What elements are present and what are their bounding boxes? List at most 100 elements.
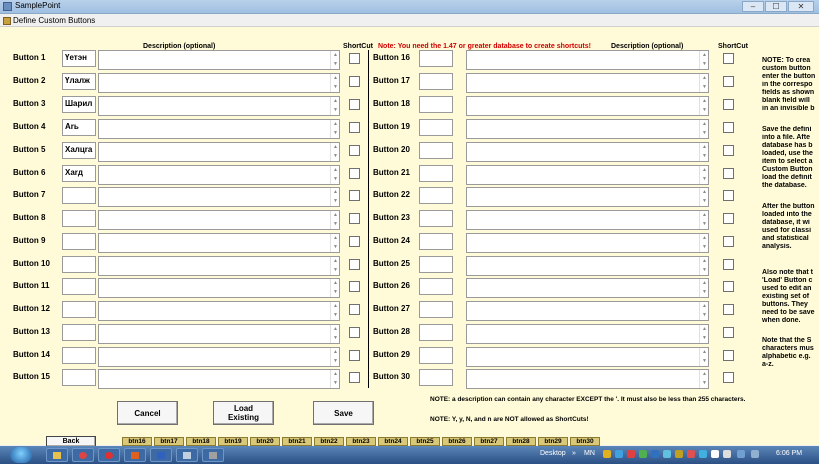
- scroll-up-icon[interactable]: ▲: [702, 53, 707, 58]
- taskbar-download[interactable]: [124, 448, 146, 462]
- left-shortname-input[interactable]: Аrь: [62, 119, 96, 136]
- language-indicator[interactable]: MN: [584, 450, 595, 457]
- description-scrollbar[interactable]: ▲ ▼: [330, 166, 339, 184]
- right-shortcut-checkbox[interactable]: [723, 190, 734, 201]
- description-scrollbar[interactable]: ▲ ▼: [699, 120, 708, 138]
- load-existing-button[interactable]: Load Existing: [213, 401, 274, 425]
- left-shortcut-checkbox[interactable]: [349, 372, 360, 383]
- right-shortcut-checkbox[interactable]: [723, 168, 734, 179]
- taskbar-word[interactable]: [150, 448, 172, 462]
- left-shortcut-checkbox[interactable]: [349, 99, 360, 110]
- taskbar-chrome[interactable]: [72, 448, 94, 462]
- taskbar-opera[interactable]: [98, 448, 120, 462]
- left-shortname-input[interactable]: [62, 369, 96, 386]
- left-shortcut-checkbox[interactable]: [349, 122, 360, 133]
- tab-btn17[interactable]: btn17: [154, 437, 184, 446]
- right-shortcut-checkbox[interactable]: [723, 350, 734, 361]
- tab-btn29[interactable]: btn29: [538, 437, 568, 446]
- right-description-input[interactable]: ▲ ▼: [466, 301, 709, 321]
- left-shortcut-checkbox[interactable]: [349, 350, 360, 361]
- scroll-down-icon[interactable]: ▼: [333, 245, 338, 250]
- scroll-up-icon[interactable]: ▲: [333, 190, 338, 195]
- right-shortname-input[interactable]: [419, 165, 453, 182]
- right-shortcut-checkbox[interactable]: [723, 145, 734, 156]
- scroll-down-icon[interactable]: ▼: [333, 290, 338, 295]
- scroll-down-icon[interactable]: ▼: [702, 131, 707, 136]
- scroll-up-icon[interactable]: ▲: [333, 259, 338, 264]
- description-scrollbar[interactable]: ▲ ▼: [330, 188, 339, 206]
- scroll-down-icon[interactable]: ▼: [333, 62, 338, 67]
- scroll-up-icon[interactable]: ▲: [333, 99, 338, 104]
- right-shortname-input[interactable]: [419, 233, 453, 250]
- scroll-down-icon[interactable]: ▼: [702, 359, 707, 364]
- left-shortname-input[interactable]: [62, 278, 96, 295]
- scroll-down-icon[interactable]: ▼: [702, 290, 707, 295]
- right-description-input[interactable]: ▲ ▼: [466, 165, 709, 185]
- tab-btn21[interactable]: btn21: [282, 437, 312, 446]
- left-shortname-input[interactable]: [62, 187, 96, 204]
- tab-btn25[interactable]: btn25: [410, 437, 440, 446]
- cancel-button[interactable]: Cancel: [117, 401, 178, 425]
- tab-btn26[interactable]: btn26: [442, 437, 472, 446]
- right-shortcut-checkbox[interactable]: [723, 236, 734, 247]
- left-description-input[interactable]: ▲ ▼: [98, 165, 340, 185]
- right-description-input[interactable]: ▲ ▼: [466, 73, 709, 93]
- description-scrollbar[interactable]: ▲ ▼: [699, 302, 708, 320]
- left-description-input[interactable]: ▲ ▼: [98, 278, 340, 298]
- left-shortcut-checkbox[interactable]: [349, 327, 360, 338]
- description-scrollbar[interactable]: ▲ ▼: [330, 74, 339, 92]
- tab-btn20[interactable]: btn20: [250, 437, 280, 446]
- tray-update-icon[interactable]: [639, 450, 647, 458]
- left-shortname-input[interactable]: Үетэн: [62, 50, 96, 67]
- description-scrollbar[interactable]: ▲ ▼: [699, 211, 708, 229]
- right-shortname-input[interactable]: [419, 324, 453, 341]
- scroll-down-icon[interactable]: ▼: [333, 222, 338, 227]
- scroll-up-icon[interactable]: ▲: [702, 236, 707, 241]
- left-description-input[interactable]: ▲ ▼: [98, 210, 340, 230]
- scroll-down-icon[interactable]: ▼: [333, 154, 338, 159]
- description-scrollbar[interactable]: ▲ ▼: [330, 97, 339, 115]
- left-shortcut-checkbox[interactable]: [349, 259, 360, 270]
- scroll-down-icon[interactable]: ▼: [333, 336, 338, 341]
- right-description-input[interactable]: ▲ ▼: [466, 347, 709, 367]
- left-shortname-input[interactable]: Шарил: [62, 96, 96, 113]
- description-scrollbar[interactable]: ▲ ▼: [330, 302, 339, 320]
- scroll-up-icon[interactable]: ▲: [333, 372, 338, 377]
- tray-wifi-icon[interactable]: [737, 450, 745, 458]
- right-shortname-input[interactable]: [419, 278, 453, 295]
- left-shortcut-checkbox[interactable]: [349, 281, 360, 292]
- right-shortname-input[interactable]: [419, 50, 453, 67]
- scroll-down-icon[interactable]: ▼: [333, 131, 338, 136]
- taskbar-explorer[interactable]: [46, 448, 68, 462]
- scroll-down-icon[interactable]: ▼: [333, 199, 338, 204]
- tab-btn28[interactable]: btn28: [506, 437, 536, 446]
- scroll-up-icon[interactable]: ▲: [333, 76, 338, 81]
- scroll-down-icon[interactable]: ▼: [333, 313, 338, 318]
- scroll-up-icon[interactable]: ▲: [702, 350, 707, 355]
- left-shortcut-checkbox[interactable]: [349, 168, 360, 179]
- scroll-up-icon[interactable]: ▲: [702, 281, 707, 286]
- tray-app-icon[interactable]: [603, 450, 611, 458]
- left-description-input[interactable]: ▲ ▼: [98, 119, 340, 139]
- description-scrollbar[interactable]: ▲ ▼: [699, 166, 708, 184]
- left-shortname-input[interactable]: [62, 324, 96, 341]
- description-scrollbar[interactable]: ▲ ▼: [330, 279, 339, 297]
- description-scrollbar[interactable]: ▲ ▼: [330, 234, 339, 252]
- scroll-up-icon[interactable]: ▲: [702, 190, 707, 195]
- tab-btn24[interactable]: btn24: [378, 437, 408, 446]
- scroll-down-icon[interactable]: ▼: [702, 268, 707, 273]
- scroll-down-icon[interactable]: ▼: [702, 336, 707, 341]
- right-shortcut-checkbox[interactable]: [723, 304, 734, 315]
- scroll-down-icon[interactable]: ▼: [702, 381, 707, 386]
- left-description-input[interactable]: ▲ ▼: [98, 369, 340, 389]
- scroll-down-icon[interactable]: ▼: [333, 359, 338, 364]
- left-description-input[interactable]: ▲ ▼: [98, 324, 340, 344]
- right-shortcut-checkbox[interactable]: [723, 372, 734, 383]
- scroll-down-icon[interactable]: ▼: [702, 85, 707, 90]
- left-shortcut-checkbox[interactable]: [349, 236, 360, 247]
- right-shortcut-checkbox[interactable]: [723, 53, 734, 64]
- tray-shield-icon[interactable]: [675, 450, 683, 458]
- taskbar-samplepoint[interactable]: [202, 448, 224, 462]
- right-shortname-input[interactable]: [419, 347, 453, 364]
- scroll-up-icon[interactable]: ▲: [702, 76, 707, 81]
